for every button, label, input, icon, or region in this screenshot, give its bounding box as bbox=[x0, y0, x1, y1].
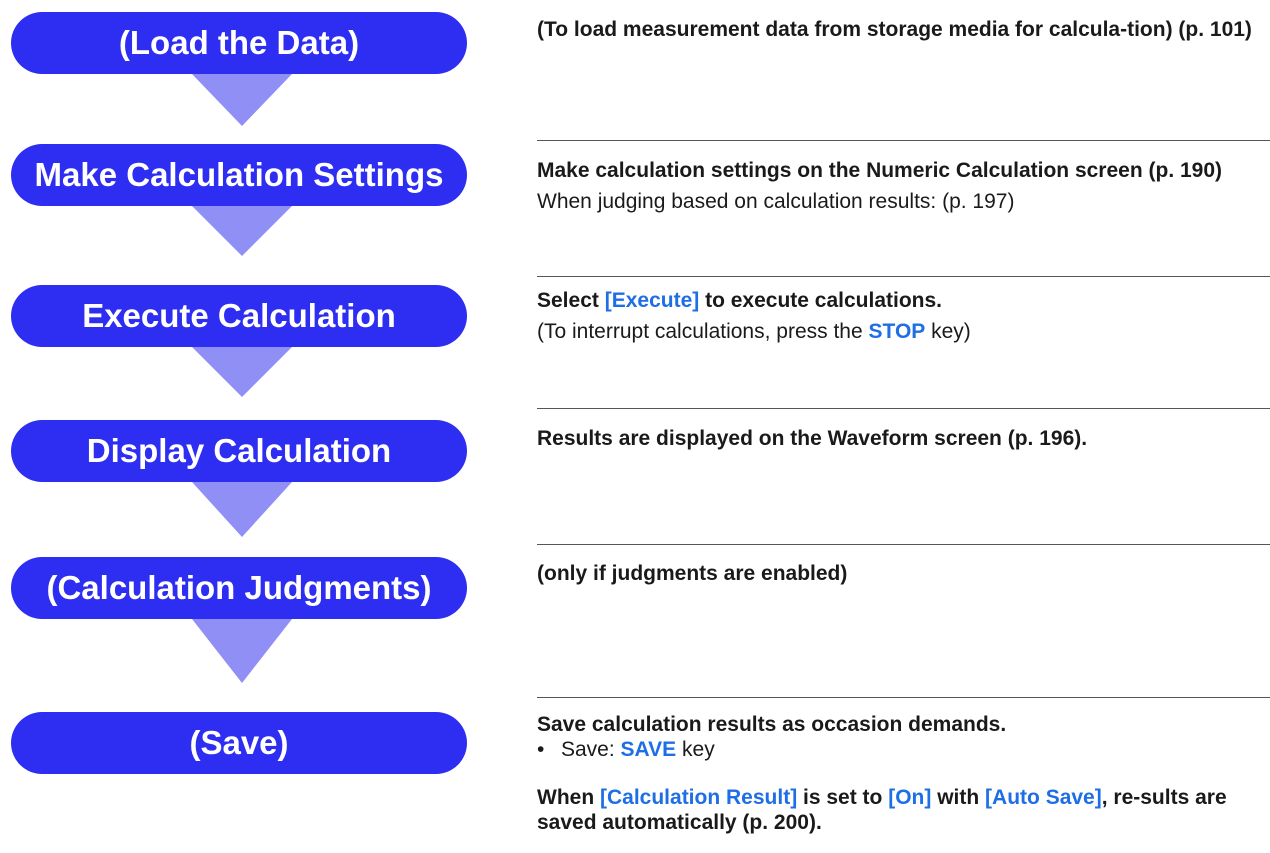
save-instruction: Save calculation results as occasion dem… bbox=[537, 713, 1007, 736]
step-execute-calculation: Execute Calculation bbox=[11, 285, 467, 347]
auto-save-key-label: [Auto Save] bbox=[985, 786, 1102, 809]
section-divider bbox=[537, 544, 1270, 545]
description-load-data: (To load measurement data from storage m… bbox=[537, 18, 1252, 41]
settings-judging-note: When judging based on calculation result… bbox=[537, 190, 1015, 213]
step-make-calculation-settings: Make Calculation Settings bbox=[11, 144, 467, 206]
step-calculation-judgments: (Calculation Judgments) bbox=[11, 557, 467, 619]
settings-instruction: Make calculation settings on the Numeric… bbox=[537, 159, 1223, 182]
section-divider bbox=[537, 276, 1270, 277]
down-arrow-icon bbox=[192, 347, 292, 397]
section-divider bbox=[537, 140, 1270, 141]
description-settings: Make calculation settings on the Numeric… bbox=[537, 158, 1262, 214]
description-judgments: (only if judgments are enabled) bbox=[537, 562, 848, 585]
description-display: Results are displayed on the Waveform sc… bbox=[537, 427, 1088, 450]
save-key-label: SAVE bbox=[620, 738, 677, 761]
step-load-data: (Load the Data) bbox=[11, 12, 467, 74]
section-divider bbox=[537, 408, 1270, 409]
description-execute: Select [Execute] to execute calculations… bbox=[537, 288, 1262, 344]
down-arrow-icon bbox=[192, 206, 292, 256]
auto-save-note: When [Calculation Result] is set to [On]… bbox=[537, 786, 1227, 834]
down-arrow-icon bbox=[192, 619, 292, 683]
save-bullet: • Save: SAVE key bbox=[537, 738, 715, 761]
step-display-calculation: Display Calculation bbox=[11, 420, 467, 482]
on-key-label: [On] bbox=[888, 786, 932, 809]
calculation-result-key-label: [Calculation Result] bbox=[600, 786, 798, 809]
down-arrow-icon bbox=[192, 74, 292, 126]
stop-key-label: STOP bbox=[868, 320, 926, 343]
section-divider bbox=[537, 697, 1270, 698]
interrupt-note: (To interrupt calculations, press the ST… bbox=[537, 320, 971, 343]
execute-key-label: [Execute] bbox=[604, 289, 700, 312]
description-save: Save calculation results as occasion dem… bbox=[537, 712, 1262, 835]
step-save: (Save) bbox=[11, 712, 467, 774]
execute-instruction: Select [Execute] to execute calculations… bbox=[537, 289, 943, 312]
down-arrow-icon bbox=[192, 482, 292, 537]
